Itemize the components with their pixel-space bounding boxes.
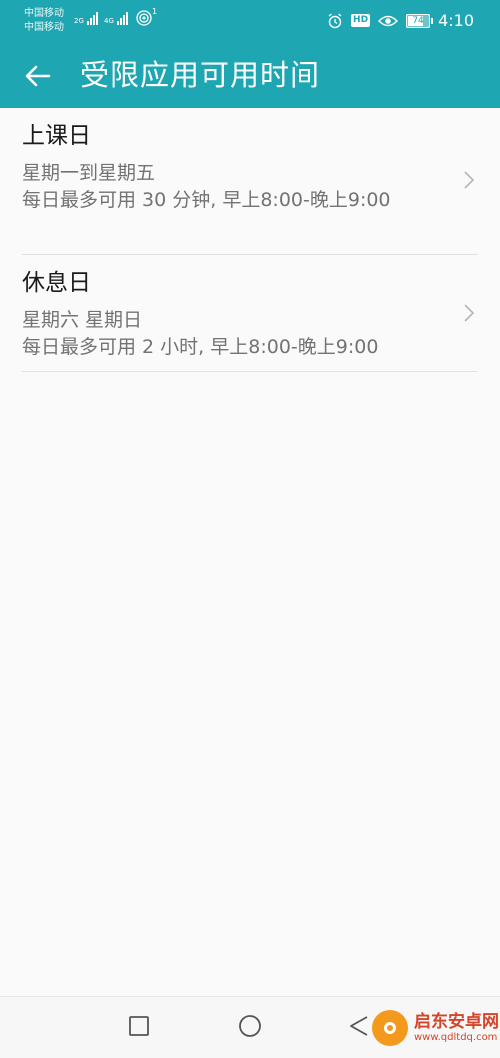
network-type-1: 2G: [74, 17, 84, 25]
item-days: 星期六 星期日: [22, 309, 143, 331]
chevron-right-icon: [464, 304, 475, 322]
carrier-2: 中国移动: [24, 22, 64, 33]
network-type-2: 4G: [104, 17, 114, 25]
battery-level: 74: [412, 15, 424, 26]
item-detail: 每日最多可用 2 小时, 早上8:00-晚上9:00: [22, 336, 379, 358]
triangle-back-icon[interactable]: [348, 1015, 370, 1037]
app-bar: 受限应用可用时间: [0, 42, 500, 108]
item-title: 上课日: [22, 123, 91, 149]
battery-icon: 74: [406, 13, 434, 28]
item-detail: 每日最多可用 30 分钟, 早上8:00-晚上9:00: [22, 189, 391, 211]
status-bar: 中国移动 中国移动 2G 4G 1 HD 74 4:10: [0, 0, 500, 42]
watermark-logo-icon: [372, 1010, 408, 1046]
arrow-left-icon[interactable]: [22, 60, 54, 92]
square-icon[interactable]: [128, 1015, 150, 1037]
item-title: 休息日: [22, 270, 91, 296]
carrier-1: 中国移动: [24, 8, 64, 19]
signal-icon: 4G: [104, 12, 128, 25]
hd-badge: HD: [351, 14, 371, 27]
watermark-url: www.qdltdq.com: [414, 1032, 498, 1043]
signal-icon: 2G: [74, 12, 98, 25]
hotspot-count: 1: [152, 7, 158, 16]
chevron-right-icon: [464, 171, 475, 189]
list-item-rest-days[interactable]: 休息日 星期六 星期日 每日最多可用 2 小时, 早上8:00-晚上9:00: [22, 255, 478, 372]
item-days: 星期一到星期五: [22, 162, 156, 184]
page-title: 受限应用可用时间: [80, 58, 321, 92]
clock: 4:10: [438, 11, 474, 30]
status-right-group: HD 74 4:10: [327, 11, 474, 30]
alarm-icon: [328, 12, 342, 28]
watermark: 启东安卓网 www.qdltdq.com: [372, 1010, 499, 1046]
carrier-labels: 中国移动 中国移动: [24, 7, 64, 35]
circle-icon[interactable]: [238, 1014, 262, 1038]
list-item-school-days[interactable]: 上课日 星期一到星期五 每日最多可用 30 分钟, 早上8:00-晚上9:00: [22, 108, 478, 255]
eye-comfort-icon: [378, 15, 399, 26]
schedule-list: 上课日 星期一到星期五 每日最多可用 30 分钟, 早上8:00-晚上9:00 …: [0, 108, 500, 372]
hotspot-icon: [136, 10, 152, 26]
watermark-brand: 启东安卓网: [414, 1012, 499, 1032]
